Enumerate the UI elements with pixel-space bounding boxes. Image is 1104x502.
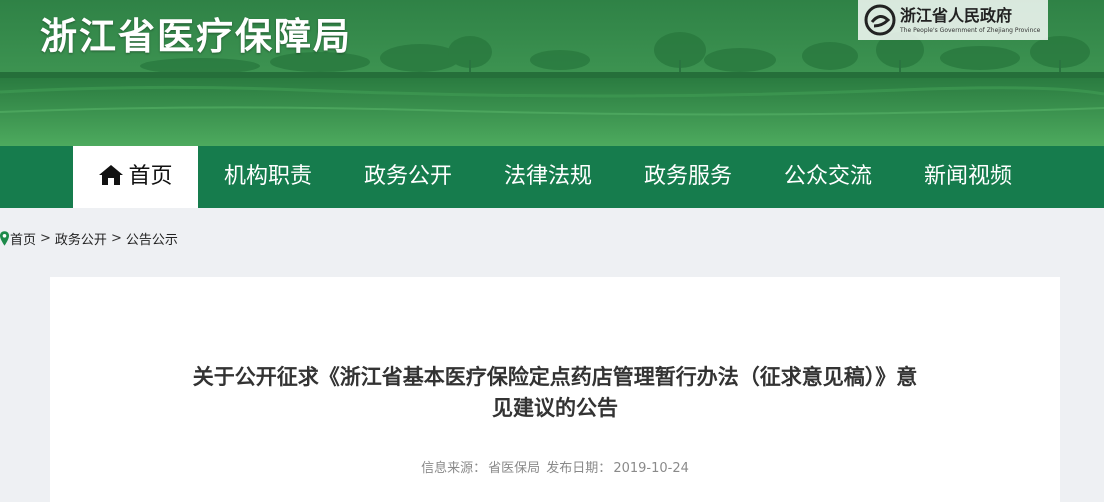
nav-item-label: 公众交流 [783,164,872,189]
source-label: 信息来源： [421,461,487,476]
breadcrumb-separator: > [110,230,122,246]
nav-item-news-video[interactable]: 新闻视频 [898,146,1038,208]
nav-item-services[interactable]: 政务服务 [618,146,758,208]
nav-item-home[interactable]: 首页 [73,146,198,208]
nav-item-affairs-open[interactable]: 政务公开 [338,146,478,208]
breadcrumb-home[interactable]: 首页 [10,229,36,248]
breadcrumb-separator: > [40,230,51,246]
main-nav: 首页 机构职责 政务公开 法律法规 政务服务 公众交流 新闻视频 [0,146,1104,208]
nav-item-label: 法律法规 [503,164,592,189]
nav-item-laws[interactable]: 法律法规 [478,146,618,208]
nav-item-label: 新闻视频 [923,164,1012,189]
nav-item-institution[interactable]: 机构职责 [198,146,338,208]
article-title-line: 关于公开征求《浙江省基本医疗保险定点药店管理暂行办法（征求意见稿）》意 [192,365,918,389]
gov-name-en: The People's Government of Zhejiang Prov… [900,26,1041,34]
source-value: 省医保局 [488,461,541,476]
breadcrumb-announcements[interactable]: 公告公示 [126,229,178,248]
nav-item-label: 政务服务 [643,164,732,189]
date-value: 2019-10-24 [613,461,689,476]
gov-name-cn: 浙江省人民政府 [900,5,1013,25]
nav-item-label: 首页 [128,164,173,189]
date-label: 发布日期： [546,461,612,476]
article-title-line: 见建议的公告 [492,396,618,420]
article-card: 关于公开征求《浙江省基本医疗保险定点药店管理暂行办法（征求意见稿）》意 见建议的… [50,277,1060,502]
article-title: 关于公开征求《浙江省基本医疗保险定点药店管理暂行办法（征求意见稿）》意 见建议的… [130,362,980,424]
article-meta: 信息来源： 省医保局 发布日期： 2019-10-24 [50,457,1060,476]
emblem-icon [864,4,896,36]
header-banner: 浙江省医疗保障局 浙江省人民政府 The People's Government… [0,0,1104,146]
site-title[interactable]: 浙江省医疗保障局 [40,6,352,60]
gov-logo-link[interactable]: 浙江省人民政府 The People's Government of Zheji… [858,0,1048,40]
location-pin-icon [0,230,9,246]
nav-item-label: 机构职责 [223,164,312,189]
nav-item-public-exchange[interactable]: 公众交流 [758,146,898,208]
breadcrumb: 首页 > 政务公开 > 公告公示 [0,228,178,248]
breadcrumb-affairs-open[interactable]: 政务公开 [55,229,107,248]
home-icon [99,165,124,185]
nav-item-label: 政务公开 [363,164,452,189]
